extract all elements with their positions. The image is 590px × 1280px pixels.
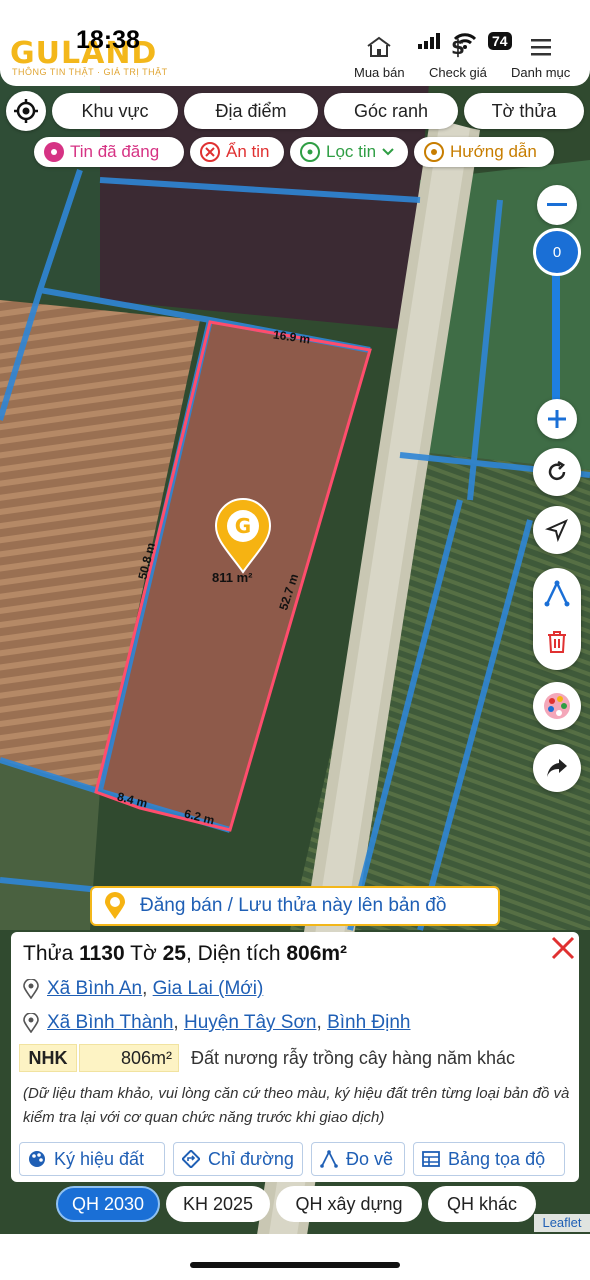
menu-button[interactable]: Danh mục — [511, 36, 570, 80]
area-label: Diện tích — [197, 942, 281, 965]
sheet-label: Tờ — [130, 942, 157, 965]
post-listing-label: Đăng bán / Lưu thửa này lên bản đồ — [140, 895, 447, 916]
measure-label: Đo vẽ — [346, 1148, 394, 1169]
palette-icon — [29, 1151, 45, 1167]
directions-button[interactable]: Chỉ đường — [173, 1142, 303, 1176]
plot-label: Thửa — [23, 942, 74, 965]
tab-qh-other[interactable]: QH khác — [428, 1186, 536, 1222]
brand-tagline: THÔNG TIN THẬT · GIÁ TRỊ THẬT — [12, 67, 168, 77]
parcel-info-panel: Thửa 1130 Tờ 25, Diện tích 806m² Xã Bình… — [11, 932, 579, 1182]
minus-icon — [547, 203, 567, 206]
map-attribution[interactable]: Leaflet — [534, 1214, 590, 1232]
trash-icon[interactable] — [546, 630, 568, 654]
filter-corner[interactable]: Góc ranh — [324, 93, 458, 129]
tab-qh-2030[interactable]: QH 2030 — [56, 1186, 160, 1222]
menu-icon — [530, 39, 551, 56]
table-icon — [422, 1151, 440, 1167]
old-province-link[interactable]: Bình Định — [327, 1012, 410, 1033]
buy-sell-button[interactable]: Mua bán — [354, 36, 405, 80]
check-price-button[interactable]: $ Check giá — [429, 35, 487, 80]
home-indicator[interactable] — [190, 1262, 400, 1268]
land-use-row: NHK 806m² Đất nương rẫy trồng cây hàng n… — [19, 1044, 515, 1072]
directions-label: Chỉ đường — [208, 1148, 294, 1169]
crosshair-icon — [14, 99, 38, 123]
new-location-row: Xã Bình An, Gia Lai (Mới) — [23, 978, 263, 1000]
check-price-label: Check giá — [429, 65, 487, 80]
new-commune-link[interactable]: Xã Bình An — [47, 978, 142, 999]
zoom-in-button[interactable] — [537, 399, 577, 439]
zoom-out-button[interactable] — [537, 185, 577, 225]
chip-hide[interactable]: Ẩn tin — [190, 137, 284, 167]
home-icon — [367, 36, 391, 57]
new-province-link[interactable]: Gia Lai (Mới) — [153, 978, 264, 999]
land-use-description: Đất nương rẫy trồng cây hàng năm khác — [191, 1047, 516, 1068]
zoom-slider-track[interactable] — [552, 260, 560, 410]
location-pin-icon — [23, 1013, 39, 1033]
hide-icon — [200, 142, 220, 162]
guland-pin-icon — [105, 892, 125, 919]
battery-level: 74 — [488, 32, 512, 50]
app-header: GULAND THÔNG TIN THẬT · GIÁ TRỊ THẬT 18:… — [0, 0, 590, 86]
chevron-down-icon — [382, 148, 394, 156]
old-district-link[interactable]: Huyện Tây Sơn — [184, 1012, 317, 1033]
plot-number: 1130 — [79, 942, 125, 965]
tab-kh-2025[interactable]: KH 2025 — [166, 1186, 270, 1222]
measure-button[interactable]: Đo vẽ — [311, 1142, 405, 1176]
chip-filter[interactable]: Lọc tin — [290, 137, 408, 167]
buy-sell-label: Mua bán — [354, 65, 405, 80]
zoom-slider-knob[interactable]: 0 — [533, 228, 581, 276]
plus-icon — [548, 410, 566, 428]
posted-icon — [44, 142, 64, 162]
filter-area[interactable]: Khu vực — [52, 93, 178, 129]
filter-sheet-plot[interactable]: Tờ thửa — [464, 93, 584, 129]
guide-icon — [424, 142, 444, 162]
palette-icon — [544, 693, 570, 719]
price-check-icon: $ — [451, 35, 465, 59]
parcel-title: Thửa 1130 Tờ 25, Diện tích 806m² — [23, 942, 347, 966]
share-icon — [547, 759, 567, 777]
land-symbol-button[interactable]: Ký hiệu đất — [19, 1142, 165, 1176]
chip-filter-label: Lọc tin — [326, 142, 377, 161]
tab-qh-construction[interactable]: QH xây dựng — [276, 1186, 422, 1222]
svg-text:$: $ — [451, 36, 465, 58]
svg-text:G: G — [235, 514, 251, 538]
land-symbol-label: Ký hiệu đất — [54, 1148, 145, 1169]
filter-icon — [300, 142, 320, 162]
coordinates-table-label: Bảng tọa độ — [448, 1148, 546, 1169]
layer-color-button[interactable] — [533, 682, 581, 730]
draw-polygon-icon — [320, 1150, 338, 1168]
old-commune-link[interactable]: Xã Bình Thành — [47, 1012, 173, 1033]
draw-tools-group — [533, 568, 581, 670]
menu-label: Danh mục — [511, 65, 571, 80]
close-icon[interactable] — [549, 934, 577, 962]
sheet-number: 25 — [162, 942, 186, 965]
chip-posted-label: Tin đã đăng — [70, 142, 160, 161]
post-listing-banner[interactable]: Đăng bán / Lưu thửa này lên bản đồ — [90, 886, 500, 926]
locate-button[interactable] — [6, 91, 46, 131]
chip-guide-label: Hướng dẫn — [450, 142, 537, 161]
chip-guide[interactable]: Hướng dẫn — [414, 137, 554, 167]
directions-icon — [182, 1150, 200, 1168]
parcel-area-label: 811 m² — [212, 570, 253, 585]
chip-hide-label: Ẩn tin — [226, 142, 270, 161]
title-comma: , — [185, 942, 192, 965]
old-location-row: Xã Bình Thành, Huyện Tây Sơn, Bình Định — [23, 1012, 411, 1034]
navigation-arrow-icon — [545, 519, 568, 542]
status-time: 18:38 — [76, 26, 140, 54]
area-value: 806m² — [286, 942, 348, 965]
filter-place[interactable]: Địa điểm — [184, 93, 318, 129]
navigate-button[interactable] — [533, 506, 581, 554]
location-pin-icon — [23, 979, 39, 999]
land-use-code: NHK — [19, 1044, 77, 1072]
land-use-area: 806m² — [79, 1044, 179, 1072]
share-button[interactable] — [533, 744, 581, 792]
coordinates-table-button[interactable]: Bảng tọa độ — [413, 1142, 565, 1176]
disclaimer-text: (Dữ liệu tham khảo, vui lòng căn cứ theo… — [23, 1085, 570, 1126]
refresh-button[interactable] — [533, 448, 581, 496]
bottom-safe-area — [0, 1234, 590, 1280]
chip-posted[interactable]: Tin đã đăng — [34, 137, 184, 167]
draw-polygon-icon[interactable] — [543, 580, 571, 608]
refresh-icon — [548, 460, 566, 481]
